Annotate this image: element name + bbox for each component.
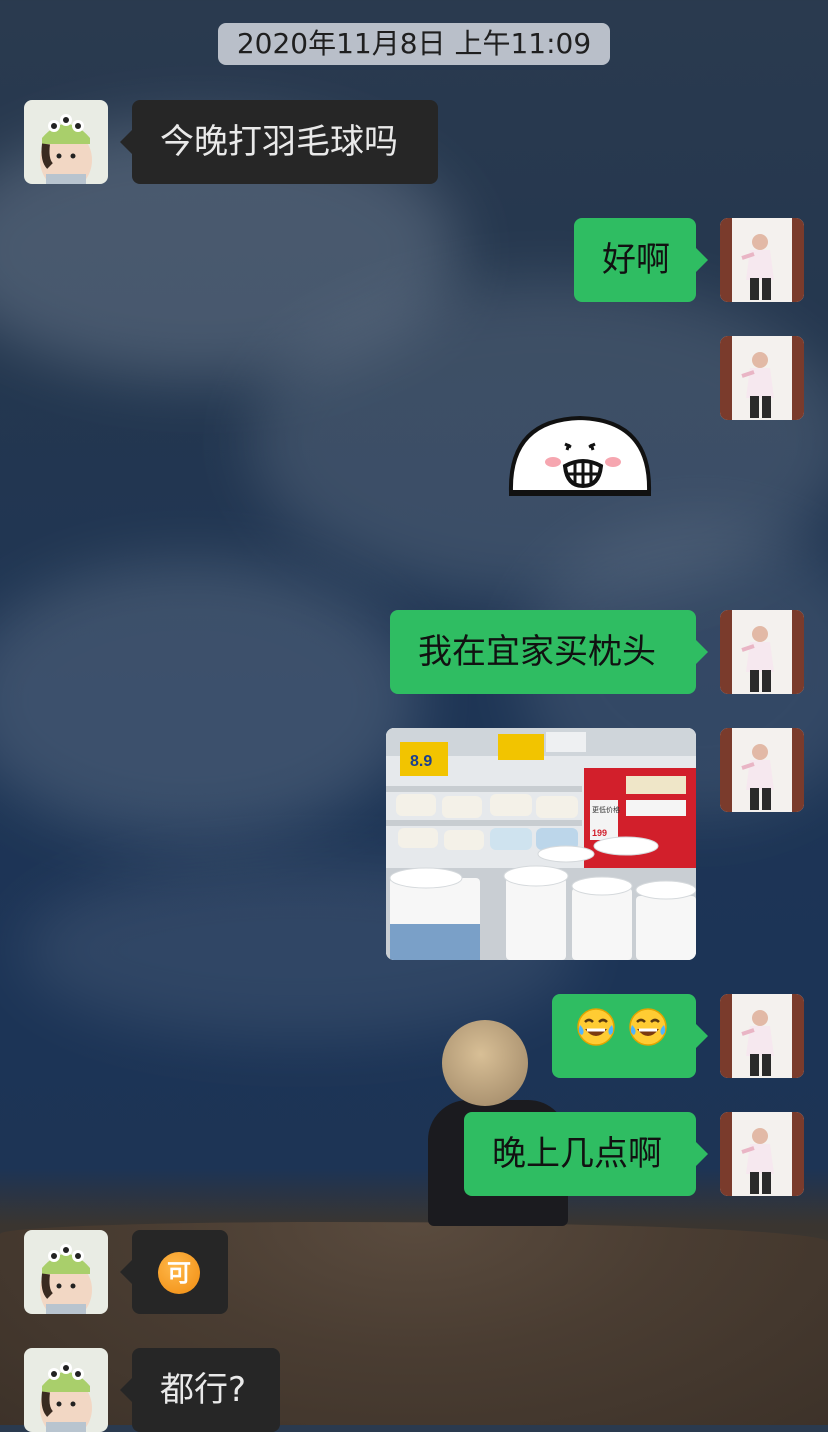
received-message-bubble[interactable]: 都行? xyxy=(120,1348,280,1432)
my-avatar[interactable] xyxy=(720,994,804,1078)
message-text: 今晚打羽毛球吗 xyxy=(160,122,398,162)
contact-avatar[interactable] xyxy=(24,100,108,184)
tears-of-joy-emoji-icon xyxy=(576,994,616,1078)
sign-text: 更低价格 xyxy=(592,805,620,814)
grinning-bun-sticker[interactable] xyxy=(505,414,655,498)
ok-badge-emoji-icon: 可 xyxy=(158,1252,200,1294)
message-timestamp: 2020年11月8日 上午11:09 xyxy=(218,23,610,65)
sent-message-bubble[interactable]: 晚上几点啊 xyxy=(464,1112,708,1196)
message-text: 好啊 xyxy=(602,240,670,280)
my-avatar[interactable] xyxy=(720,218,804,302)
ikea-pillow-aisle-photo[interactable]: 8.9 更低价格 199 xyxy=(386,728,696,960)
message-text: 我在宜家买枕头 xyxy=(418,632,656,672)
my-avatar[interactable] xyxy=(720,1112,804,1196)
tears-of-joy-emoji-icon xyxy=(628,994,668,1078)
my-avatar[interactable] xyxy=(720,610,804,694)
sent-message-bubble[interactable]: 我在宜家买枕头 xyxy=(390,610,708,694)
my-avatar[interactable] xyxy=(720,728,804,812)
sign-price-text: 199 xyxy=(592,828,607,838)
message-text: 晚上几点啊 xyxy=(492,1134,662,1174)
contact-avatar[interactable] xyxy=(24,1348,108,1432)
background-person-hat xyxy=(442,1020,528,1106)
price-tag-text: 8.9 xyxy=(410,753,432,770)
message-text: 都行? xyxy=(160,1370,247,1410)
contact-avatar[interactable] xyxy=(24,1230,108,1314)
sent-message-bubble[interactable]: 好啊 xyxy=(574,218,708,302)
received-message-bubble[interactable]: 今晚打羽毛球吗 xyxy=(120,100,438,184)
my-avatar[interactable] xyxy=(720,336,804,420)
sent-message-bubble[interactable] xyxy=(552,994,708,1078)
